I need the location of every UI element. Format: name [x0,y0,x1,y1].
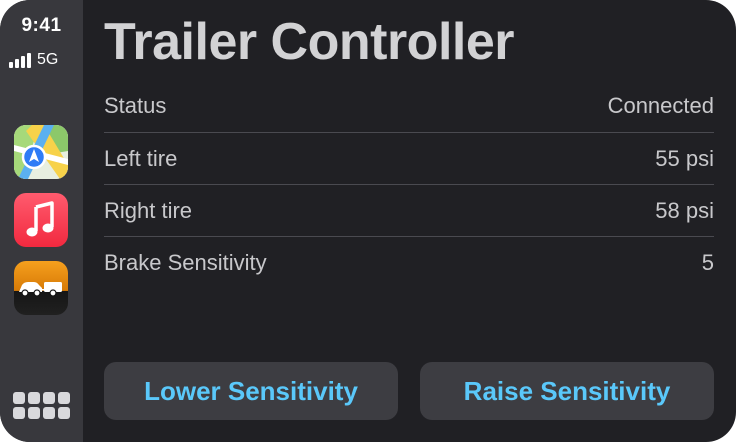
carplay-screen: 9:41 5G Trailer Controller Status Connec… [0,0,736,442]
info-list: Status Connected Left tire 55 psi Right … [104,80,714,288]
network-type: 5G [37,51,59,68]
list-item-right-tire: Right tire 58 psi [104,184,714,236]
trailer-icon[interactable] [14,261,68,315]
list-item-brake-sensitivity: Brake Sensitivity 5 [104,236,714,288]
row-label: Brake Sensitivity [104,249,267,275]
list-item-status: Status Connected [104,80,714,132]
status-time: 9:41 [21,15,62,36]
status-signal: 5G [9,48,79,68]
raise-sensitivity-button[interactable]: Raise Sensitivity [420,362,714,420]
row-label: Status [104,93,167,118]
row-value: 55 psi [655,145,714,171]
maps-icon[interactable] [14,125,68,179]
row-label: Left tire [104,145,178,171]
row-value: Connected [607,93,714,118]
list-item-left-tire: Left tire 55 psi [104,132,714,184]
music-icon[interactable] [14,193,68,247]
row-value: 58 psi [655,197,714,223]
page-title: Trailer Controller [104,13,515,71]
app-grid-icon[interactable] [13,392,71,420]
row-value: 5 [701,249,714,275]
row-label: Right tire [104,197,193,223]
sidebar: 9:41 5G [0,0,83,442]
lower-sensitivity-button[interactable]: Lower Sensitivity [104,362,398,420]
cellular-signal-icon [9,52,31,68]
